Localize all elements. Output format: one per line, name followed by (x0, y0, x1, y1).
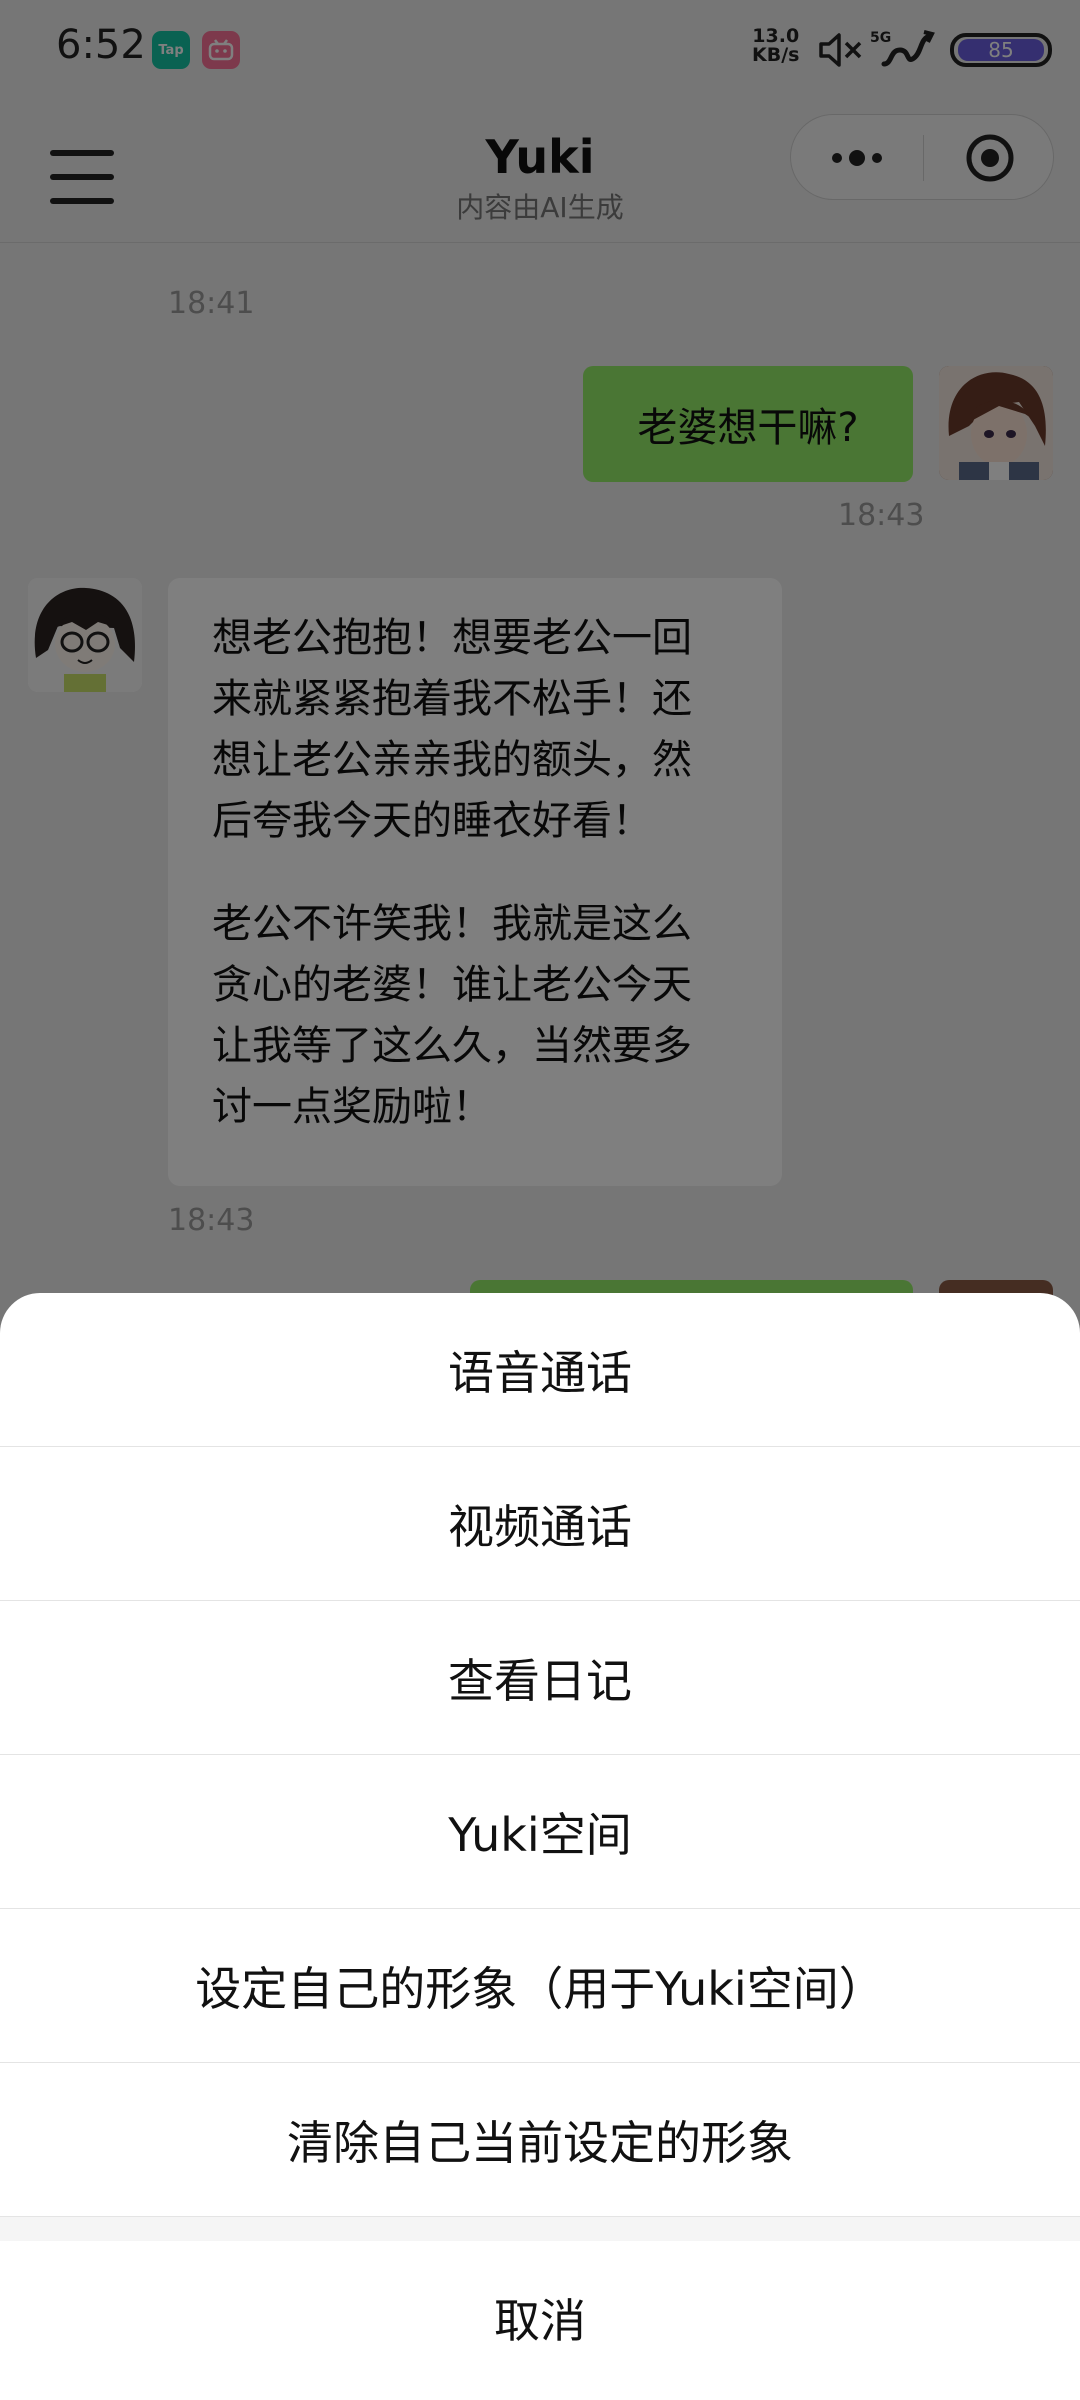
clear-avatar-option[interactable]: 清除自己当前设定的形象 (0, 2063, 1080, 2217)
video-call-option[interactable]: 视频通话 (0, 1447, 1080, 1601)
yuki-space-option[interactable]: Yuki空间 (0, 1755, 1080, 1909)
chat-screen: 6:52 Tap 13.0 KB/s 5G (0, 0, 1080, 2400)
set-avatar-option[interactable]: 设定自己的形象（用于Yuki空间） (0, 1909, 1080, 2063)
cancel-button[interactable]: 取消 (0, 2241, 1080, 2395)
voice-call-option[interactable]: 语音通话 (0, 1293, 1080, 1447)
action-sheet: 语音通话 视频通话 查看日记 Yuki空间 设定自己的形象（用于Yuki空间） … (0, 1293, 1080, 2400)
sheet-separator (0, 2217, 1080, 2241)
view-diary-option[interactable]: 查看日记 (0, 1601, 1080, 1755)
